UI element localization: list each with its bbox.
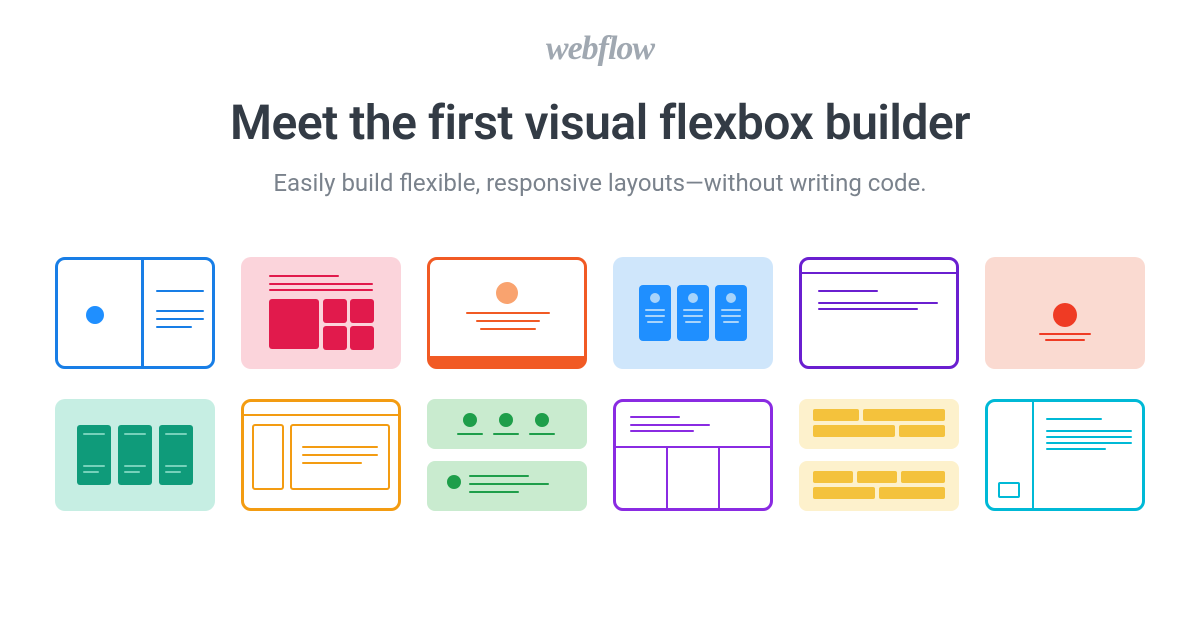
layout-tile-card-row [613, 257, 773, 369]
dot-icon [496, 282, 518, 304]
layout-tile-split-two-column [55, 257, 215, 369]
layout-tile-media-grid [241, 257, 401, 369]
layout-gallery [7, 257, 1193, 511]
hero-subhead: Easily build flexible, responsive layout… [273, 169, 926, 197]
dot-icon [86, 306, 104, 324]
layout-tile-column-cards [55, 399, 215, 511]
hero-headline: Meet the first visual flexbox builder [230, 94, 970, 151]
dot-icon [1053, 303, 1077, 327]
layout-tile-masonry-bricks [799, 399, 959, 511]
layout-tile-sidebar-content [241, 399, 401, 511]
brand-logo: webflow [546, 30, 654, 68]
layout-tile-document-reader [985, 399, 1145, 511]
layout-tile-spotlight [985, 257, 1145, 369]
layout-tile-feature-list [427, 399, 587, 511]
layout-tile-hero-centered [427, 257, 587, 369]
layout-tile-browser-page [799, 257, 959, 369]
layout-tile-grid-sections [613, 399, 773, 511]
landing-hero: webflow Meet the first visual flexbox bu… [0, 0, 1200, 630]
